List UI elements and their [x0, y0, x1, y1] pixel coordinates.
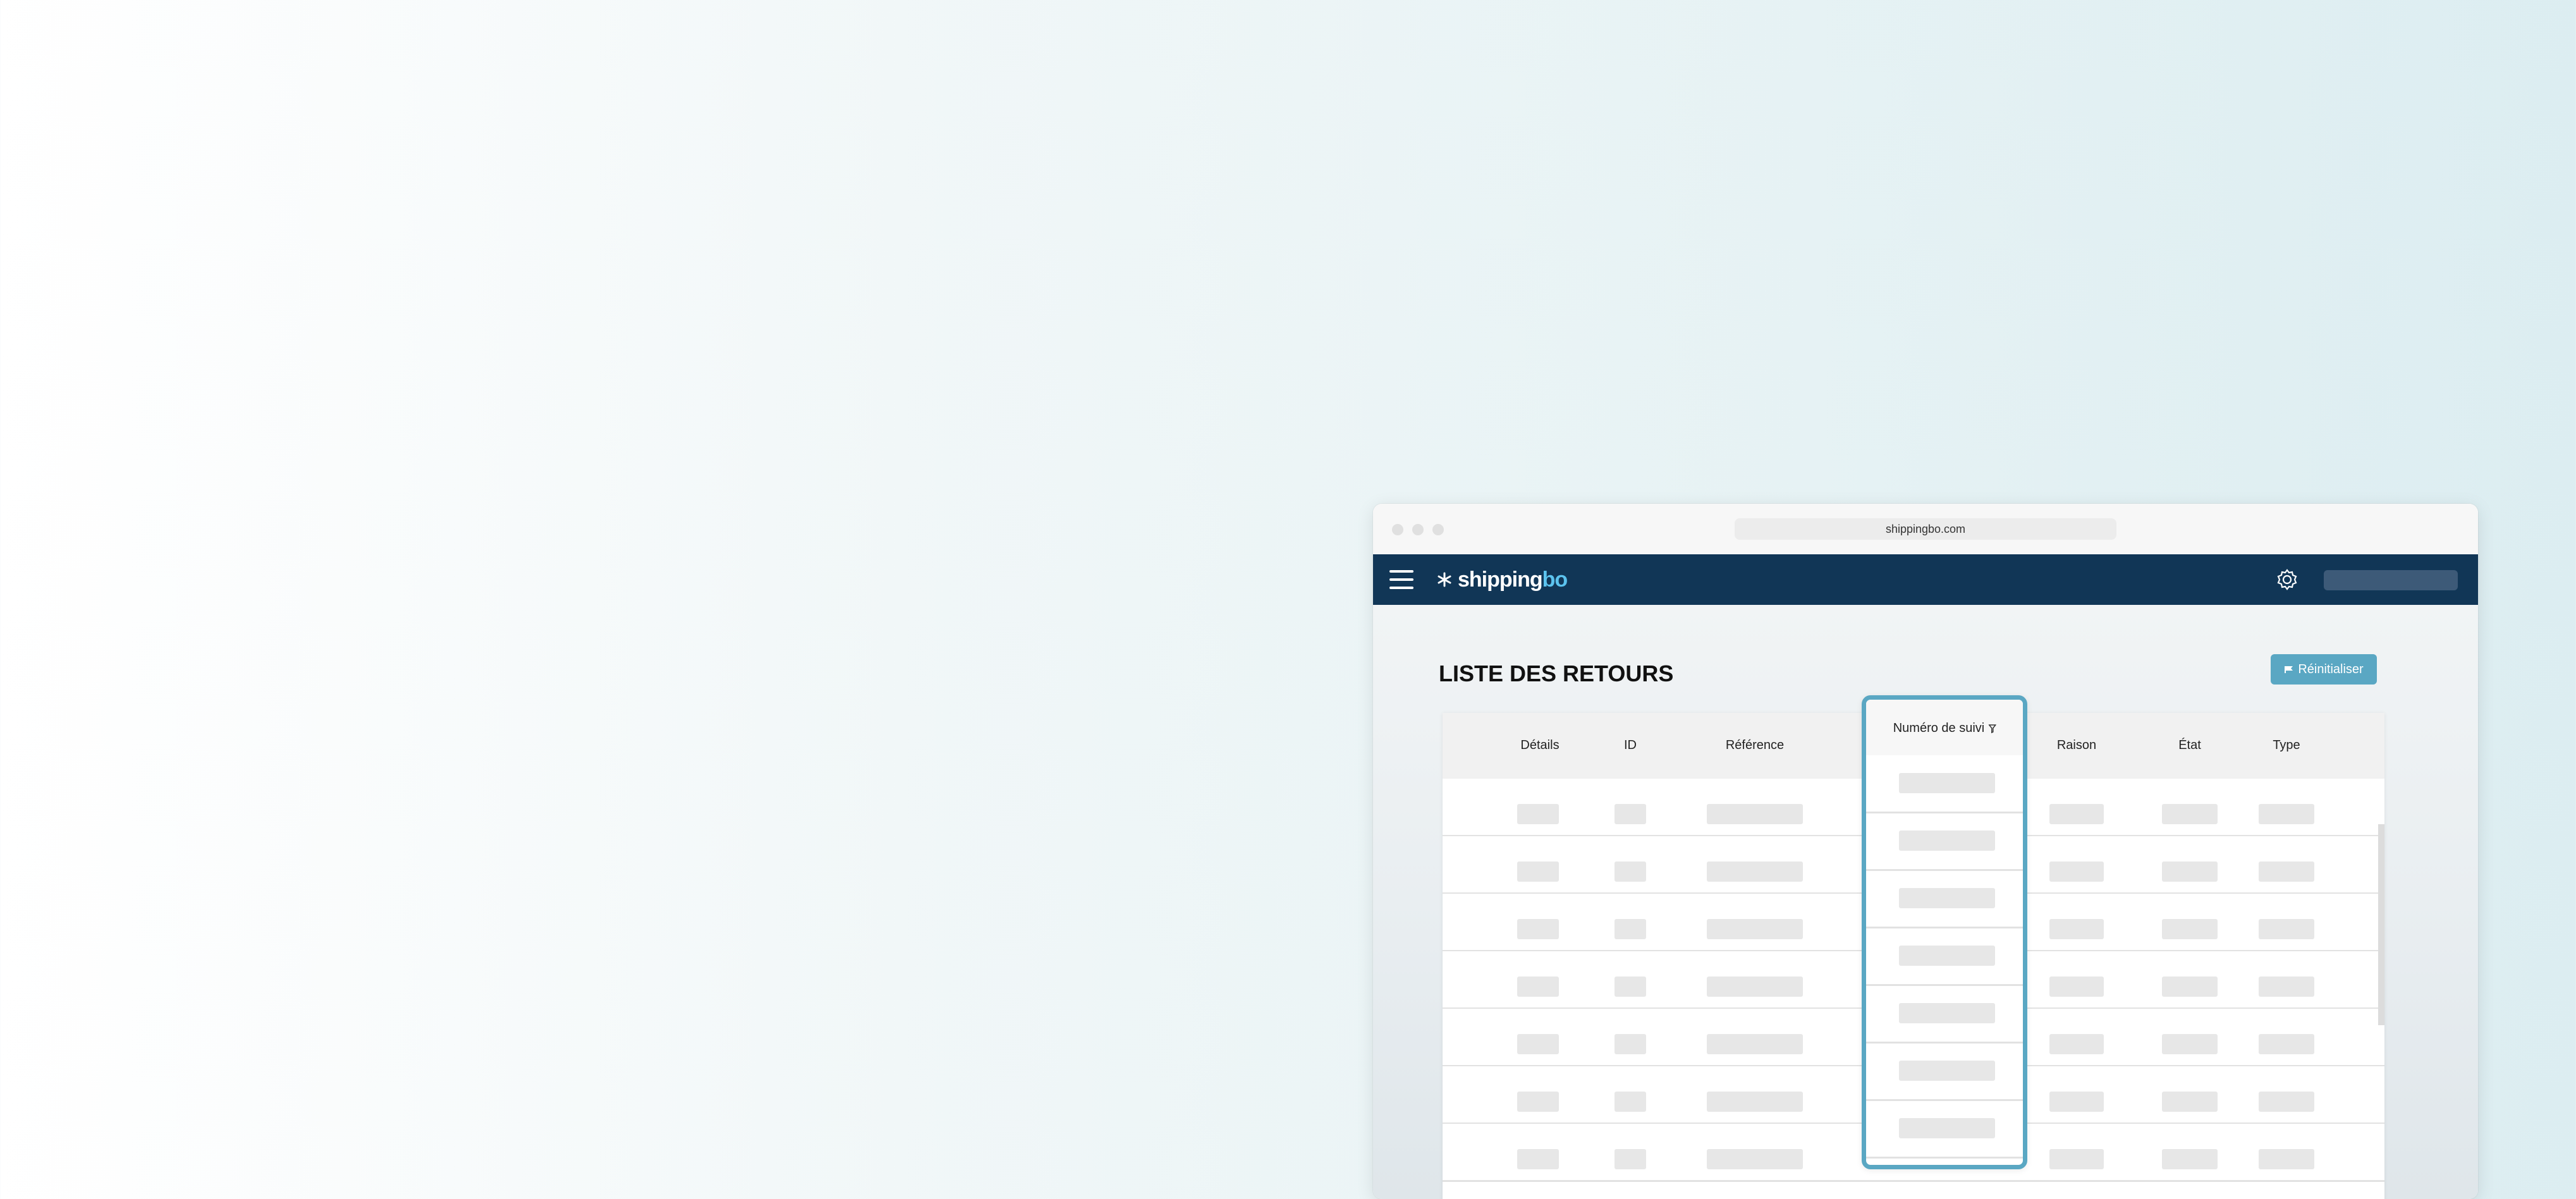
- column-header-tracking-number[interactable]: Numéro de suivi: [1866, 700, 2023, 755]
- reference-placeholder: [1707, 919, 1803, 939]
- browser-chrome: shippingbo.com: [1373, 504, 2478, 555]
- reason-placeholder: [2049, 1034, 2104, 1054]
- reference-placeholder: [1707, 861, 1803, 882]
- close-window-button[interactable]: [1392, 524, 1403, 535]
- state-placeholder: [2162, 804, 2218, 824]
- address-bar[interactable]: shippingbo.com: [1735, 518, 2116, 540]
- tracking-number-placeholder: [1899, 831, 1995, 851]
- id-placeholder: [1615, 1034, 1646, 1054]
- details-placeholder: [1517, 1034, 1559, 1054]
- browser-window: shippingbo.com shippingbo LISTE DES RETO…: [1373, 504, 2478, 1199]
- tracking-number-cell[interactable]: [1866, 870, 2023, 928]
- reset-button[interactable]: Réinitialiser: [2271, 654, 2377, 685]
- highlighted-column-tracking-number: Numéro de suivi: [1862, 695, 2027, 1169]
- tracking-number-placeholder: [1899, 1061, 1995, 1081]
- tracking-number-cell[interactable]: [1866, 1043, 2023, 1101]
- reason-placeholder: [2049, 804, 2104, 824]
- menu-icon[interactable]: [1389, 570, 1413, 589]
- user-account-menu[interactable]: [2324, 570, 2458, 590]
- reference-placeholder: [1707, 1092, 1803, 1112]
- details-placeholder: [1517, 1092, 1559, 1112]
- reset-button-label: Réinitialiser: [2298, 662, 2364, 676]
- id-placeholder: [1615, 919, 1646, 939]
- column-header-reference[interactable]: Référence: [1726, 738, 1784, 753]
- type-placeholder: [2259, 977, 2314, 997]
- tracking-number-placeholder: [1899, 1118, 1995, 1138]
- id-placeholder: [1615, 1092, 1646, 1112]
- type-placeholder: [2259, 861, 2314, 882]
- reason-placeholder: [2049, 1149, 2104, 1169]
- id-placeholder: [1615, 977, 1646, 997]
- tracking-number-placeholder: [1899, 773, 1995, 793]
- state-placeholder: [2162, 861, 2218, 882]
- flag-icon: [2285, 666, 2293, 673]
- column-header-state[interactable]: État: [2178, 738, 2201, 753]
- app-navbar: shippingbo: [1373, 554, 2478, 605]
- id-placeholder: [1615, 1149, 1646, 1169]
- type-placeholder: [2259, 1092, 2314, 1112]
- type-placeholder: [2259, 1034, 2314, 1054]
- reason-placeholder: [2049, 977, 2104, 997]
- details-placeholder: [1517, 977, 1559, 997]
- state-placeholder: [2162, 1092, 2218, 1112]
- page-title: LISTE DES RETOURS: [1439, 660, 1674, 686]
- reference-placeholder: [1707, 1034, 1803, 1054]
- type-placeholder: [2259, 1149, 2314, 1169]
- state-placeholder: [2162, 977, 2218, 997]
- column-header-type[interactable]: Type: [2273, 738, 2300, 753]
- type-placeholder: [2259, 804, 2314, 824]
- details-placeholder: [1517, 804, 1559, 824]
- tracking-number-placeholder: [1899, 888, 1995, 908]
- table-scrollbar[interactable]: [2378, 824, 2384, 1025]
- logo-wordmark: shippingbo: [1458, 567, 1568, 592]
- tracking-number-header-label: Numéro de suivi: [1893, 721, 1985, 735]
- details-placeholder: [1517, 1149, 1559, 1169]
- reason-placeholder: [2049, 1092, 2104, 1112]
- settings-gear-icon[interactable]: [2274, 567, 2300, 592]
- reference-placeholder: [1707, 977, 1803, 997]
- tracking-number-cell[interactable]: [1866, 1100, 2023, 1159]
- shippingbo-logo[interactable]: shippingbo: [1436, 567, 1568, 592]
- id-placeholder: [1615, 804, 1646, 824]
- reference-placeholder: [1707, 1149, 1803, 1169]
- column-header-details[interactable]: Détails: [1520, 738, 1559, 753]
- main-content: LISTE DES RETOURS Réinitialiser Détails …: [1373, 605, 2478, 1199]
- tracking-number-cell[interactable]: [1866, 928, 2023, 986]
- reason-placeholder: [2049, 861, 2104, 882]
- logo-mark-icon: [1438, 572, 1451, 587]
- maximize-window-button[interactable]: [1432, 524, 1444, 535]
- details-placeholder: [1517, 861, 1559, 882]
- state-placeholder: [2162, 1149, 2218, 1169]
- state-placeholder: [2162, 1034, 2218, 1054]
- reference-placeholder: [1707, 804, 1803, 824]
- tracking-number-cell[interactable]: [1866, 813, 2023, 871]
- column-header-id[interactable]: ID: [1624, 738, 1637, 753]
- minimize-window-button[interactable]: [1412, 524, 1424, 535]
- tracking-number-placeholder: [1899, 1003, 1995, 1023]
- details-placeholder: [1517, 919, 1559, 939]
- tracking-number-placeholder: [1899, 946, 1995, 966]
- state-placeholder: [2162, 919, 2218, 939]
- reason-placeholder: [2049, 919, 2104, 939]
- filter-icon[interactable]: [1988, 724, 1996, 733]
- tracking-number-cell[interactable]: [1866, 985, 2023, 1044]
- column-header-reason[interactable]: Raison: [2057, 738, 2096, 753]
- id-placeholder: [1615, 861, 1646, 882]
- type-placeholder: [2259, 919, 2314, 939]
- tracking-number-cell[interactable]: [1866, 755, 2023, 813]
